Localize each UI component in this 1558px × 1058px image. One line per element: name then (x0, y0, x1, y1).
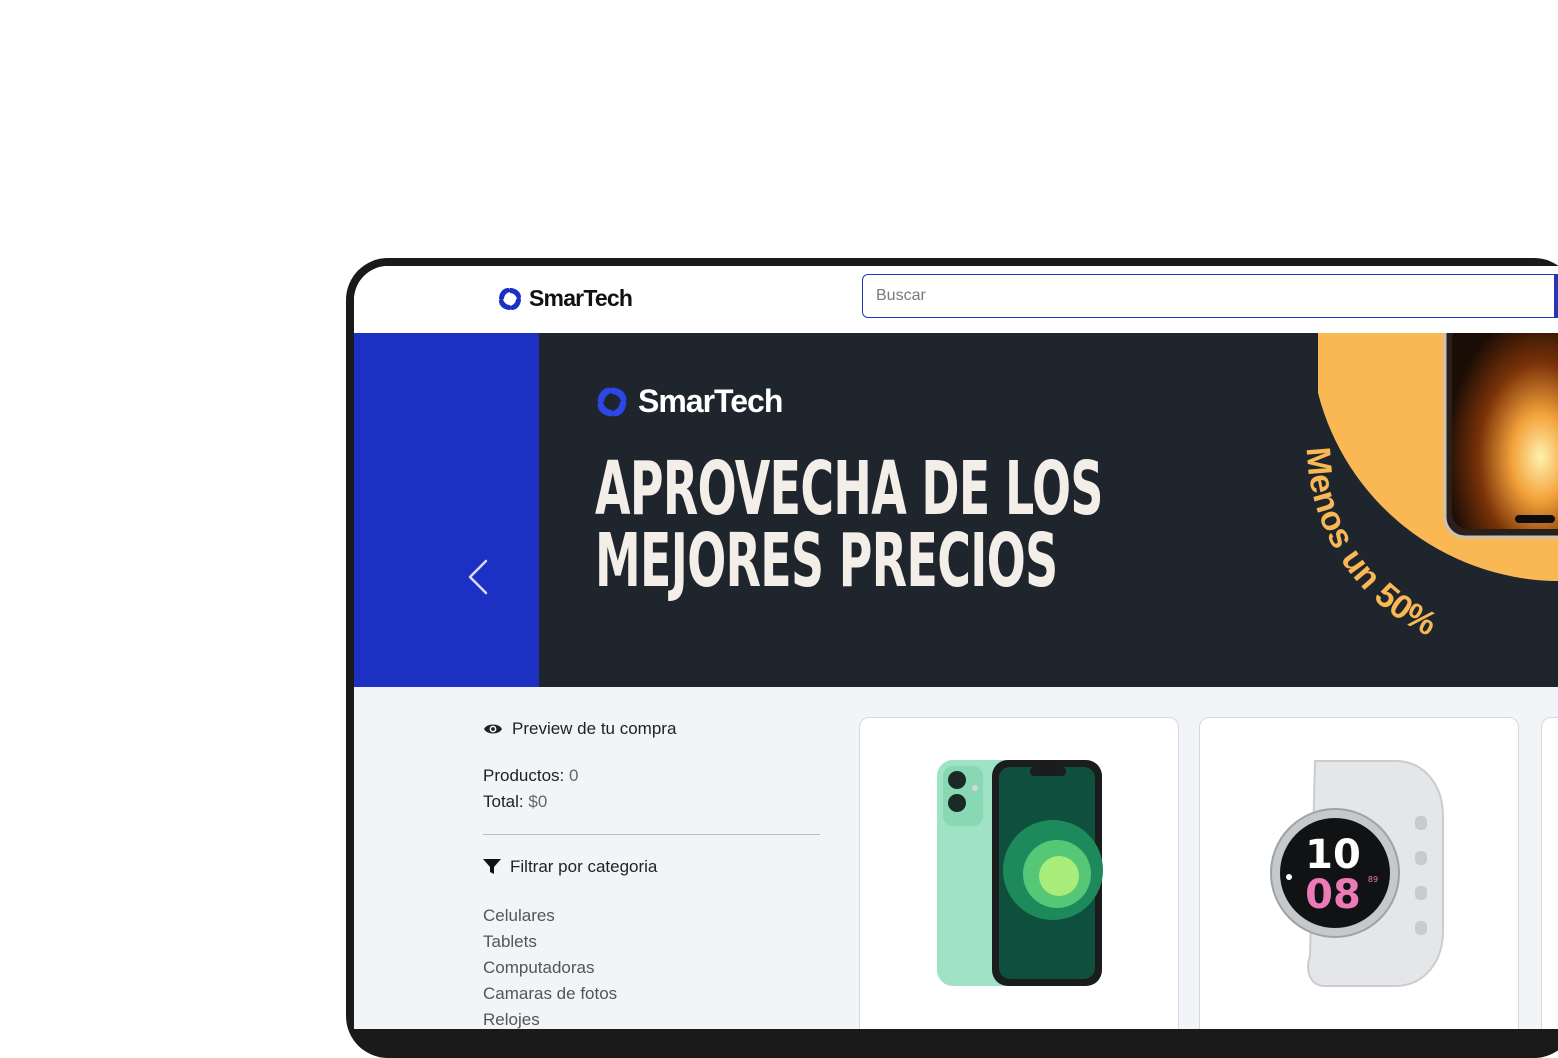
products-label: Productos: (483, 766, 565, 785)
search-input[interactable] (862, 274, 1558, 318)
banner-headline: APROVECHA DE LOS MEJORES PRECIOS (595, 452, 1103, 598)
watch-small-value: 89 (1368, 875, 1378, 884)
product-card[interactable]: 10 08 89 (1199, 717, 1519, 1029)
swirl-logo-icon (597, 387, 627, 416)
total-amount: Total: $0 (483, 792, 547, 812)
filter-title-label: Filtrar por categoria (510, 857, 658, 876)
phone-dock (1515, 515, 1555, 523)
promo-banner[interactable]: SmarTech APROVECHA DE LOS MEJORES PRECIO… (539, 333, 1558, 687)
preview-section-title: Preview de tu compra (483, 719, 676, 739)
banner-logo: SmarTech (595, 383, 783, 420)
products-count: Productos: 0 (483, 766, 578, 786)
preview-title-label: Preview de tu compra (512, 719, 677, 738)
category-camaras-de-fotos[interactable]: Camaras de fotos (483, 981, 617, 1007)
filter-section-title: Filtrar por categoria (483, 857, 657, 877)
category-computadoras[interactable]: Computadoras (483, 955, 617, 981)
app-screen: SmarTech SmarTech APROVECHA DE LOS MEJOR… (354, 266, 1558, 1029)
brand-name: SmarTech (529, 285, 633, 311)
category-tablets[interactable]: Tablets (483, 929, 617, 955)
product-card[interactable] (1541, 717, 1558, 1029)
total-label: Total: (483, 792, 524, 811)
top-header: SmarTech (354, 266, 1558, 333)
chevron-left-icon[interactable] (466, 557, 490, 597)
category-relojes[interactable]: Relojes (483, 1007, 617, 1029)
promo-graphic: Menos un 50% (1299, 333, 1558, 644)
brand-logo[interactable]: SmarTech (497, 285, 633, 312)
smartwatch-image: 10 08 89 (1270, 760, 1444, 987)
category-celulares[interactable]: Celulares (483, 903, 617, 929)
phone-screen (1452, 333, 1558, 529)
swirl-logo-icon (499, 287, 521, 310)
headline-line-2: MEJORES PRECIOS (595, 518, 1058, 604)
category-list: Celulares Tablets Computadoras Camaras d… (483, 903, 617, 1029)
funnel-filter-icon (483, 859, 501, 874)
banner-brand-name: SmarTech (638, 383, 783, 419)
search-button[interactable] (1554, 274, 1558, 318)
green-smartphone-image (937, 760, 1103, 986)
products-value: 0 (569, 766, 579, 785)
sidebar-divider (483, 834, 820, 835)
product-card[interactable] (859, 717, 1179, 1029)
banner-side-panel (354, 333, 539, 687)
watch-minute: 08 (1305, 872, 1361, 918)
total-value: $0 (528, 792, 548, 811)
eye-icon (484, 724, 502, 734)
